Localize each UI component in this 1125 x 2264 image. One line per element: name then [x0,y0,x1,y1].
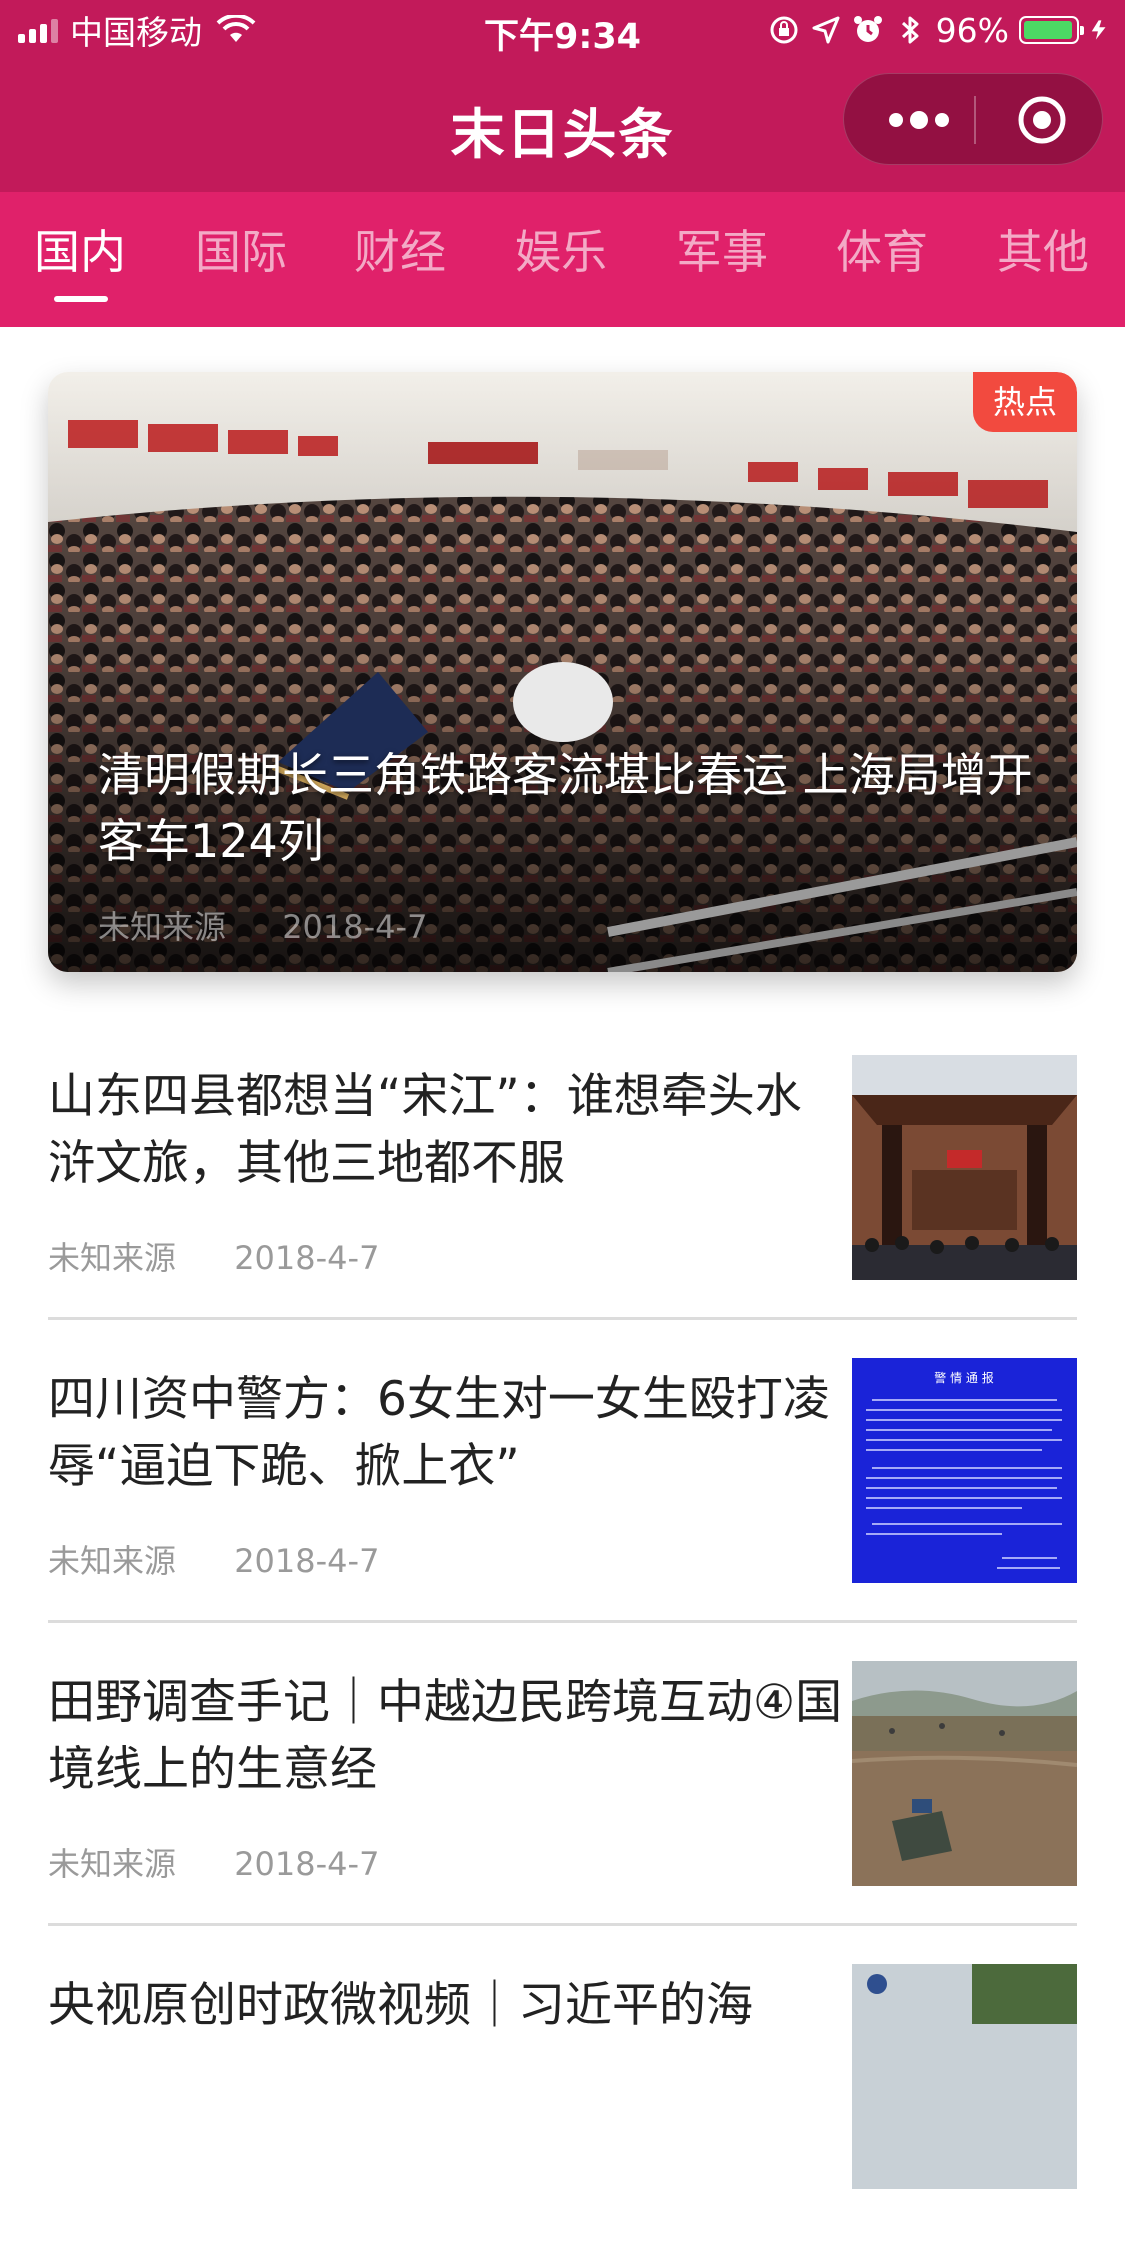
news-thumbnail [852,1964,1077,2189]
news-source: 未知来源 [48,1845,177,1883]
list-divider [48,1923,1077,1926]
battery-percent: 96% [935,10,1009,50]
tab-domestic[interactable]: 国内 [20,216,140,282]
news-list-item[interactable]: 田野调查手记｜中越边民跨境互动④国境线上的生意经 未知来源 2018-4-7 [48,1661,1077,1961]
hero-source: 未知来源 [98,908,227,946]
news-list-item[interactable]: 四川资中警方：6女生对一女生殴打凌辱“逼迫下跪、掀上衣” 未知来源 2018-4… [48,1358,1077,1658]
active-tab-indicator [54,296,108,302]
news-meta: 未知来源 2018-4-7 [48,1233,427,1279]
navigation-bar: 末日头条 [0,62,1125,192]
hero-date: 2018-4-7 [282,908,428,946]
news-source: 未知来源 [48,1542,177,1580]
police-notice-heading: 警 情 通 报 [934,1370,993,1385]
news-title: 田野调查手记｜中越边民跨境互动④国境线上的生意经 [48,1675,843,1797]
tab-finance[interactable]: 财经 [340,216,460,282]
news-meta: 未知来源 2018-4-7 [48,1536,427,1582]
tab-sports[interactable]: 体育 [822,216,942,282]
mini-program-capsule [843,73,1103,165]
list-divider [48,1317,1077,1320]
news-list-item[interactable]: 山东四县都想当“宋江”：谁想牵头水浒文旅，其他三地都不服 未知来源 2018-4… [48,1055,1077,1355]
location-arrow-icon [812,16,840,44]
list-divider [48,1620,1077,1623]
hero-meta: 未知来源 2018-4-7 [98,902,473,948]
news-thumbnail [852,1661,1077,1886]
hero-image [48,372,1077,972]
hot-badge: 热点 [973,372,1077,432]
news-thumbnail [852,1055,1077,1280]
news-title: 四川资中警方：6女生对一女生殴打凌辱“逼迫下跪、掀上衣” [48,1372,830,1494]
orientation-lock-icon [770,16,798,44]
status-bar: 中国移动 下午9:34 96% [0,0,1125,62]
battery-icon [1019,16,1084,44]
alarm-icon [853,16,882,42]
news-date: 2018-4-7 [234,1542,380,1580]
bluetooth-icon [901,16,919,44]
tab-other[interactable]: 其他 [983,216,1103,282]
more-options-icon[interactable] [884,102,954,138]
close-mini-program-icon[interactable] [1016,94,1068,146]
hero-news-card[interactable]: 热点 清明假期长三角铁路客流堪比春运 上海局增开客车124列 未知来源 2018… [48,372,1077,972]
charging-bolt-icon [1091,20,1106,40]
news-date: 2018-4-7 [234,1239,380,1277]
category-tabs: 国内 国际 财经 娱乐 军事 体育 其他 [0,192,1125,327]
news-meta: 未知来源 2018-4-7 [48,1839,427,1885]
tab-international[interactable]: 国际 [181,216,301,282]
capsule-divider [974,96,976,144]
tab-entertainment[interactable]: 娱乐 [501,216,621,282]
tab-military[interactable]: 军事 [662,216,782,282]
news-source: 未知来源 [48,1239,177,1277]
news-date: 2018-4-7 [234,1845,380,1883]
news-thumbnail: 警 情 通 报 [852,1358,1077,1583]
news-list-item[interactable]: 央视原创时政微视频｜习近平的海 [48,1964,1077,2264]
news-title: 央视原创时政微视频｜习近平的海 [48,1978,753,2033]
hero-title: 清明假期长三角铁路客流堪比春运 上海局增开客车124列 [98,748,1033,868]
news-title: 山东四县都想当“宋江”：谁想牵头水浒文旅，其他三地都不服 [48,1069,802,1191]
